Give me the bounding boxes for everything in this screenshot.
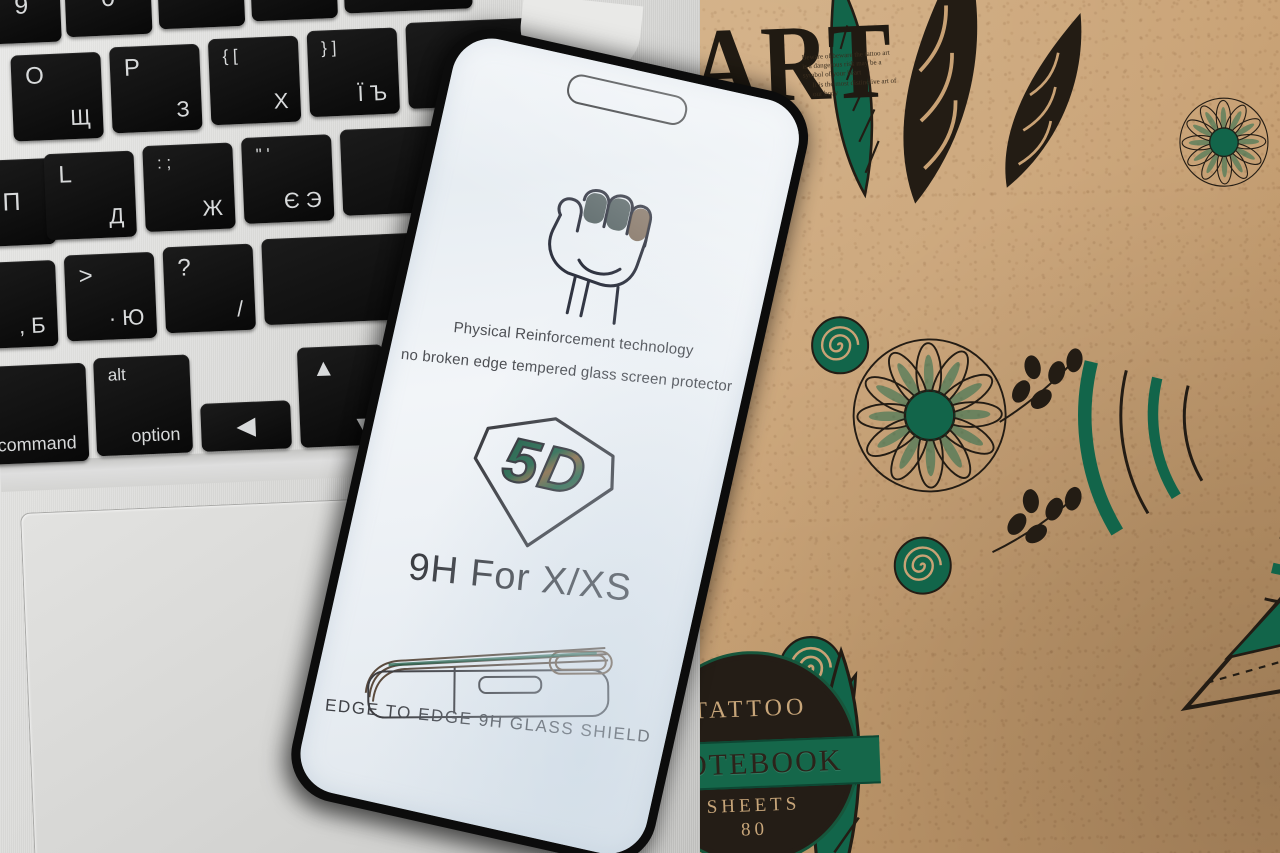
key-legend-secondary: / [236,296,244,322]
keyboard-key-bracketR[interactable]: } ] Ї Ъ [306,27,401,118]
keyboard-key-o[interactable]: OЩ [10,51,104,142]
keyboard-key-comma[interactable]: <, Б [0,259,59,350]
key-legend-secondary: Д [108,203,125,229]
key-legend-secondary: , Б [18,312,47,339]
keyboard-key-l[interactable]: LД [43,150,138,241]
key-legend-secondary: Є Э [283,186,323,214]
key-legend-primary: O [24,62,45,90]
raised-fist-icon [548,189,653,325]
keyboard-key-equal[interactable]: = [249,0,339,22]
key-legend-primary: 9 [13,0,29,20]
keyboard-key-option[interactable]: alt option [93,354,194,457]
key-legend-primary: : ; [156,152,172,173]
5d-logo: 5D [473,417,615,548]
key-legend-secondary: Х [273,88,289,114]
notebook-microtext-1: Beware of beware the tattoo art is a dan… [801,48,890,80]
keyboard-key-delete[interactable]: delete [341,0,473,14]
earpiece-notch-cutout [564,71,690,128]
keyboard-key-slash[interactable]: ? / [162,243,257,334]
key-legend-primary: > [78,262,94,290]
keyboard-key-period[interactable]: > · Ю [63,251,158,342]
key-legend-primary: L [57,161,73,189]
keyboard-key-left[interactable]: ◀ [200,400,293,452]
key-legend-secondary: Щ [69,104,92,131]
key-legend-secondary: option [130,423,181,446]
key-legend-secondary: · Ю [108,304,145,331]
key-legend-secondary: Ж [202,194,224,221]
keyboard-key-bracketL[interactable]: { [ Х [207,35,302,126]
key-legend-primary: - [196,0,206,5]
key-legend-primary: ◀ [235,411,257,441]
keyboard-key-semicolon[interactable]: : ; Ж [142,142,236,233]
key-legend-secondary: Ї Ъ [357,79,388,107]
5d-logo-text: 5D [497,424,593,510]
photo-scene: Tattoo ART Beware of beware the tattoo a… [0,0,1280,853]
key-legend-primary: " ' [255,144,271,165]
key-legend-primary: { [ [222,46,239,66]
key-legend-primary: ⌘ [0,375,3,404]
key-legend-primary: } ] [320,37,337,58]
keyboard-key-9[interactable]: 9 [0,0,62,45]
key-legend-primary: alt [107,365,127,385]
key-legend-secondary: command [0,432,78,456]
keyboard-key-command[interactable]: ⌘ command [0,362,90,466]
key-legend-primary: P [123,54,141,82]
key-legend-secondary: З [175,96,191,122]
key-legend-primary: П [1,187,22,217]
keyboard-key-p[interactable]: PЗ [109,43,203,134]
key-legend-primary: delete [405,0,460,3]
key-legend-primary: ▲ [311,354,337,383]
key-legend-primary: 0 [100,0,115,13]
keyboard-key-0[interactable]: 0 [63,0,153,38]
keyboard-key-quote[interactable]: " ' Є Э [240,134,335,224]
key-legend-primary: ? [176,254,192,282]
keyboard-key-minus[interactable]: - [156,0,246,30]
